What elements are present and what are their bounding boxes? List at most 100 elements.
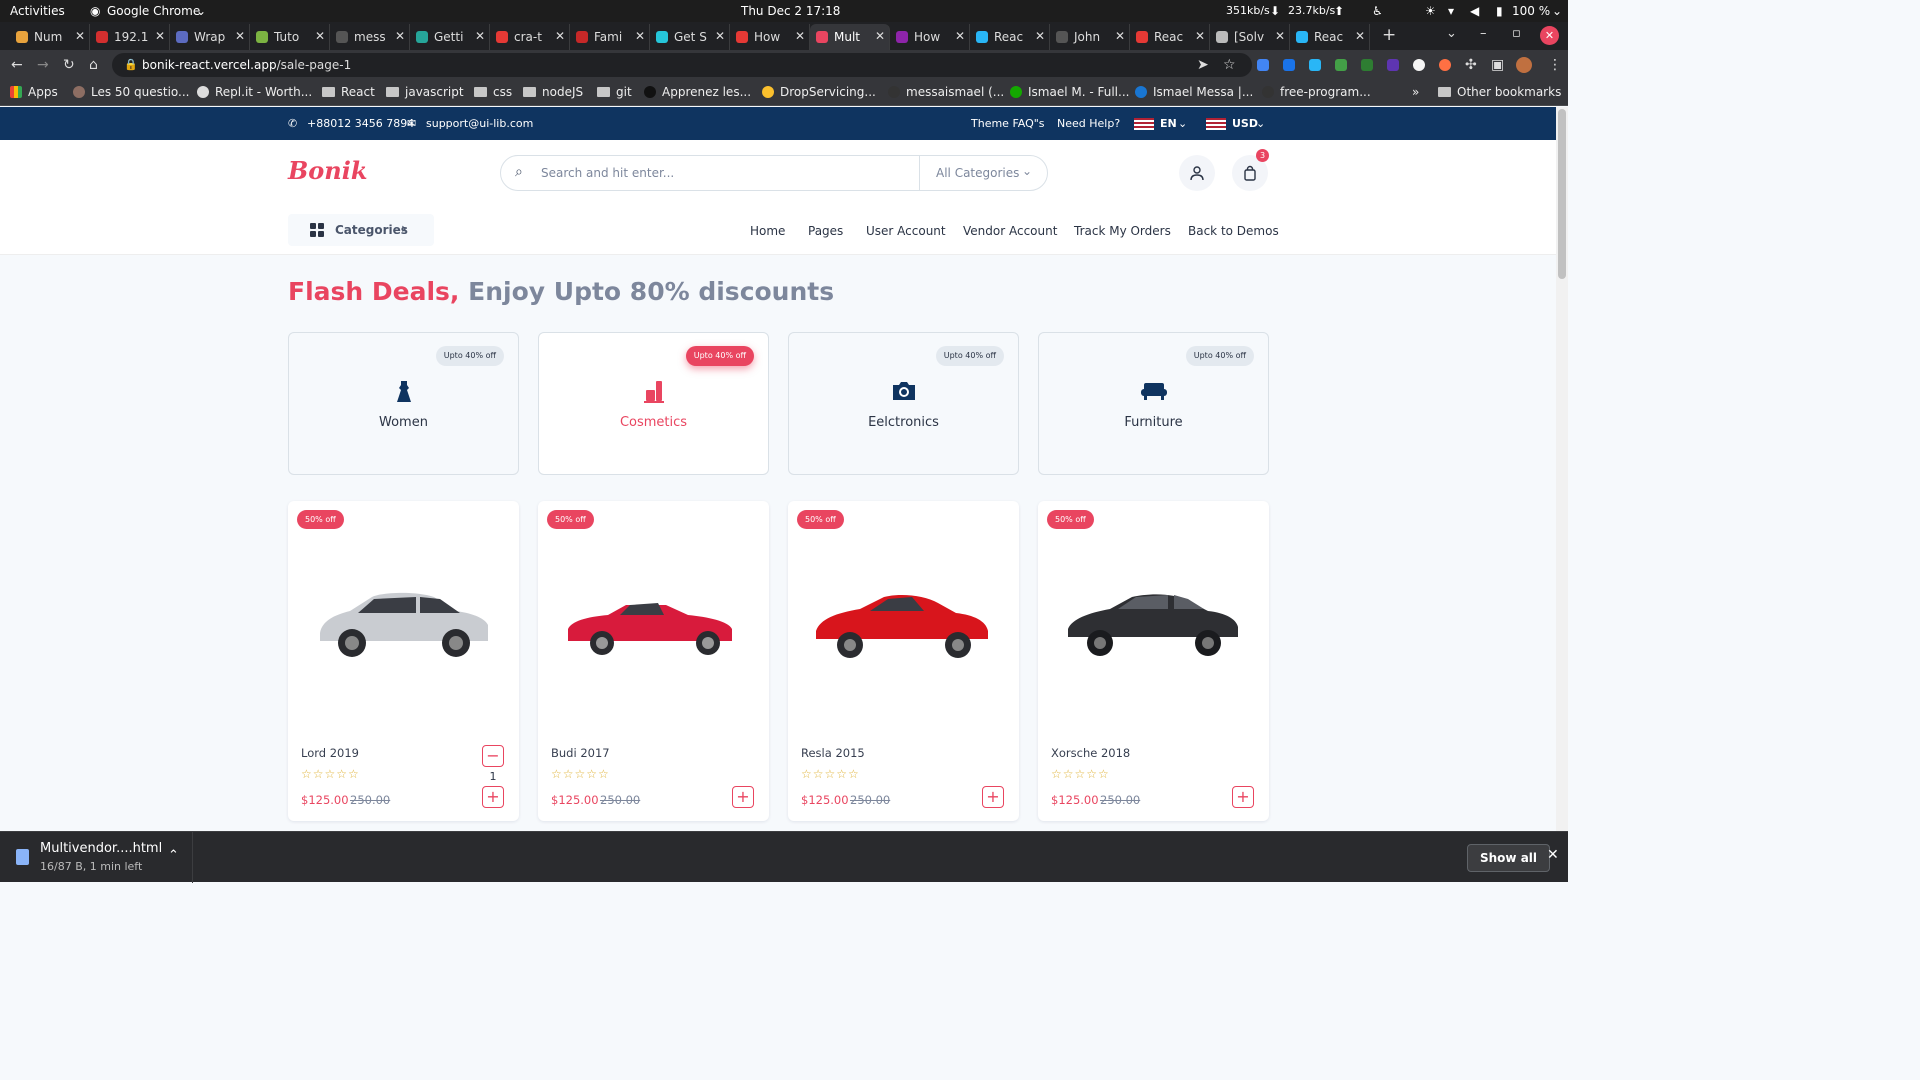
scrollbar-thumb[interactable] [1558,109,1566,279]
close-tab-icon[interactable]: ✕ [395,29,405,43]
bookmark-item[interactable]: messaismael (... [888,85,1004,99]
kebab-menu-icon[interactable]: ⋮ [1548,57,1562,73]
bookmark-item[interactable]: git [597,85,632,99]
back-icon[interactable]: ← [11,57,23,73]
browser-tab[interactable]: cra-t ✕ [490,24,570,50]
categories-button[interactable]: Categories › [288,214,434,246]
browser-tab[interactable]: Fami ✕ [570,24,650,50]
close-tab-icon[interactable]: ✕ [635,29,645,43]
translate-extension-icon[interactable] [1257,59,1269,71]
browser-tab[interactable]: mess ✕ [330,24,410,50]
product-title[interactable]: Xorsche 2018 [1051,746,1130,760]
clock[interactable]: Thu Dec 2 17:18 [741,4,840,18]
bookmark-item[interactable]: DropServicing... [762,85,876,99]
close-tab-icon[interactable]: ✕ [795,29,805,43]
forward-icon[interactable]: → [37,57,49,73]
product-card[interactable]: 50% off Budi 2017 ☆☆☆☆☆ $125.00 250.00 + [538,501,769,821]
bookmark-item[interactable]: nodeJS [523,85,583,99]
browser-tab[interactable]: 192.1 ✕ [90,24,170,50]
search-input[interactable]: Search and hit enter... [541,166,674,180]
nav-pages[interactable]: Pages [808,224,843,238]
browser-tab[interactable]: John ✕ [1050,24,1130,50]
user-account-button[interactable] [1179,155,1215,191]
need-help-link[interactable]: Need Help? [1057,117,1120,130]
app-menu[interactable]: Google Chrome [107,4,200,18]
bonik-logo[interactable]: Bonik [288,156,368,185]
browser-tab[interactable]: How ✕ [730,24,810,50]
browser-tab[interactable]: Wrap ✕ [170,24,250,50]
home-icon[interactable]: ⌂ [89,57,98,73]
search-bar[interactable]: ⌕ Search and hit enter... All Categories… [500,155,1048,191]
bookmark-item[interactable]: React [322,85,375,99]
new-tab-icon[interactable]: + [1382,25,1396,45]
product-title[interactable]: Budi 2017 [551,746,610,760]
bookmark-item[interactable]: css [474,85,512,99]
nav-track-orders[interactable]: Track My Orders [1074,224,1171,238]
browser-tab[interactable]: Reac ✕ [1290,24,1370,50]
side-panel-icon[interactable]: ▣ [1491,57,1504,73]
category-select[interactable]: All Categories ⌄ [919,156,1047,190]
close-tab-icon[interactable]: ✕ [955,29,965,43]
close-tab-icon[interactable]: ✕ [1115,29,1125,43]
bookmark-item[interactable]: Ismael Messa |... [1135,85,1253,99]
currency-select[interactable]: USD [1232,117,1258,130]
bookmark-item[interactable]: Ismael M. - Full... [1010,85,1129,99]
nav-user-account[interactable]: User Account [866,224,946,238]
close-tab-icon[interactable]: ✕ [315,29,325,43]
show-all-button[interactable]: Show all [1467,844,1551,872]
support-email[interactable]: support@ui-lib.com [426,117,533,130]
extension-icon[interactable] [1309,59,1321,71]
bookmark-item[interactable]: Apps [10,85,58,99]
extension-icon[interactable] [1413,59,1425,71]
close-tab-icon[interactable]: ✕ [1355,29,1365,43]
bookmarks-overflow-icon[interactable]: » [1412,85,1419,99]
close-tab-icon[interactable]: ✕ [1035,29,1045,43]
minimize-icon[interactable]: – [1480,26,1487,41]
address-bar[interactable]: 🔒 bonik-react.vercel.app/sale-page-1 [112,53,1252,77]
extension-icon[interactable] [1439,59,1451,71]
browser-tab[interactable]: Get S ✕ [650,24,730,50]
profile-avatar[interactable] [1516,57,1532,73]
activities-button[interactable]: Activities [10,4,65,18]
close-tab-icon[interactable]: ✕ [155,29,165,43]
browser-tab[interactable]: [Solv ✕ [1210,24,1290,50]
extension-icon[interactable] [1283,59,1295,71]
system-menu-chevron-icon[interactable]: ⌄ [1552,4,1562,18]
other-bookmarks[interactable]: Other bookmarks [1438,85,1561,99]
nav-back-to-demos[interactable]: Back to Demos [1188,224,1279,238]
close-tab-icon[interactable]: ✕ [875,29,885,43]
decrement-button[interactable]: − [482,745,504,767]
close-window-icon[interactable]: ✕ [1540,26,1559,45]
close-tab-icon[interactable]: ✕ [475,29,485,43]
browser-tab[interactable]: Reac ✕ [1130,24,1210,50]
browser-tab[interactable]: Tuto ✕ [250,24,330,50]
product-title[interactable]: Resla 2015 [801,746,865,760]
download-filename[interactable]: Multivendor....html [40,841,162,856]
add-to-cart-button[interactable]: + [482,786,504,808]
send-icon[interactable]: ➤ [1197,57,1209,73]
close-tab-icon[interactable]: ✕ [1275,29,1285,43]
browser-tab[interactable]: How ✕ [890,24,970,50]
bookmark-star-icon[interactable]: ☆ [1223,57,1236,73]
puzzle-extensions-icon[interactable]: ✣ [1465,57,1477,73]
add-to-cart-button[interactable]: + [732,786,754,808]
browser-tab[interactable]: Getti ✕ [410,24,490,50]
theme-faq-link[interactable]: Theme FAQ"s [971,117,1045,130]
restore-icon[interactable]: ▫ [1512,26,1521,41]
category-card-furniture[interactable]: Upto 40% off Furniture [1038,332,1269,475]
close-tab-icon[interactable]: ✕ [555,29,565,43]
product-card[interactable]: 50% off Lord 2019 − 1 ☆☆☆☆☆ $125.00 250.… [288,501,519,821]
browser-tab[interactable]: Mult ✕ [810,24,890,50]
category-card-cosmetics[interactable]: Upto 40% off Cosmetics [538,332,769,475]
add-to-cart-button[interactable]: + [1232,786,1254,808]
bookmark-item[interactable]: Les 50 questio... [73,85,189,99]
close-tab-icon[interactable]: ✕ [715,29,725,43]
extension-icon[interactable] [1387,59,1399,71]
close-tab-icon[interactable]: ✕ [235,29,245,43]
bookmark-item[interactable]: javascript [386,85,464,99]
close-icon[interactable]: ✕ [1547,847,1559,863]
bookmark-item[interactable]: free-program... [1262,85,1371,99]
browser-tab[interactable]: Reac ✕ [970,24,1050,50]
shield-extension-icon[interactable] [1361,59,1373,71]
add-to-cart-button[interactable]: + [982,786,1004,808]
